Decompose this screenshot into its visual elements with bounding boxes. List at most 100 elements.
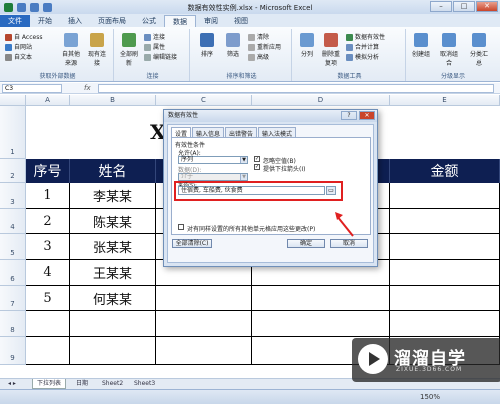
table-cell[interactable]: 王某某 bbox=[70, 260, 156, 286]
ungroup-button[interactable]: 取消组合 bbox=[438, 33, 460, 67]
table-cell[interactable] bbox=[70, 337, 156, 365]
data-validation-button[interactable]: 数据有效性 bbox=[346, 32, 385, 41]
sheet-nav-icon[interactable]: ◂ ▸ bbox=[4, 379, 20, 389]
table-cell[interactable] bbox=[390, 234, 500, 260]
table-cell[interactable] bbox=[390, 311, 500, 337]
sheet-tab-sheet3[interactable]: Sheet3 bbox=[130, 379, 159, 389]
help-button[interactable]: ? bbox=[341, 111, 357, 120]
sheet-tab-date[interactable]: 日期 bbox=[72, 379, 92, 389]
tab-home[interactable]: 开始 bbox=[30, 15, 60, 27]
column-header-c[interactable]: C bbox=[156, 95, 252, 106]
filter-button[interactable]: 筛选 bbox=[222, 33, 244, 58]
reapply-button[interactable]: 重新应用 bbox=[248, 42, 281, 51]
row-header-2[interactable]: 2 bbox=[0, 159, 26, 183]
dialog-close-button[interactable]: ✕ bbox=[359, 111, 375, 120]
table-cell[interactable]: 4 bbox=[26, 260, 70, 286]
table-cell[interactable] bbox=[252, 286, 390, 311]
column-header-b[interactable]: B bbox=[70, 95, 156, 106]
source-input[interactable]: 住宿费, 车船费, 伙食费 bbox=[178, 186, 325, 195]
table-cell[interactable] bbox=[156, 311, 252, 337]
from-web-button[interactable]: 自网站 bbox=[5, 42, 32, 51]
what-if-button[interactable]: 模拟分析 bbox=[346, 52, 379, 61]
header-cell-amount[interactable]: 金额 bbox=[390, 159, 500, 183]
remove-duplicates-button[interactable]: 删除重复项 bbox=[320, 33, 342, 67]
row-header-8[interactable]: 8 bbox=[0, 311, 26, 337]
table-cell[interactable] bbox=[390, 209, 500, 234]
subtotal-button[interactable]: 分类汇总 bbox=[468, 33, 490, 67]
table-cell[interactable] bbox=[26, 337, 70, 365]
select-all-corner[interactable] bbox=[0, 95, 26, 106]
table-cell[interactable] bbox=[390, 183, 500, 209]
table-cell[interactable]: 1 bbox=[26, 183, 70, 209]
header-cell-number[interactable]: 序号 bbox=[26, 159, 70, 183]
apply-all-checkbox[interactable] bbox=[178, 224, 184, 230]
dialog-title-bar[interactable]: 数据有效性 ? ✕ bbox=[164, 110, 377, 122]
clear-button[interactable]: 清除 bbox=[248, 32, 269, 41]
zoom-level[interactable]: 150% bbox=[420, 393, 440, 401]
table-cell[interactable] bbox=[390, 286, 500, 311]
row-header-1[interactable]: 1 bbox=[0, 106, 26, 159]
group-button[interactable]: 创建组 bbox=[410, 33, 432, 58]
cancel-button[interactable]: 取消 bbox=[330, 239, 368, 248]
from-text-button[interactable]: 自文本 bbox=[5, 52, 32, 61]
tab-file[interactable]: 文件 bbox=[0, 15, 30, 27]
table-cell[interactable] bbox=[156, 286, 252, 311]
column-header-a[interactable]: A bbox=[26, 95, 70, 106]
ignore-blank-checkbox[interactable]: ✓ bbox=[254, 156, 260, 162]
row-header-4[interactable]: 4 bbox=[0, 209, 26, 234]
row-header-9[interactable]: 9 bbox=[0, 337, 26, 365]
clear-all-button[interactable]: 全部清除(C) bbox=[172, 239, 212, 248]
table-cell[interactable]: 张某某 bbox=[70, 234, 156, 260]
table-cell[interactable]: 5 bbox=[26, 286, 70, 311]
table-cell[interactable]: 李某某 bbox=[70, 183, 156, 209]
range-select-icon[interactable]: ▭ bbox=[326, 186, 336, 195]
table-cell[interactable] bbox=[252, 311, 390, 337]
close-button[interactable]: ✕ bbox=[476, 1, 498, 12]
tab-page-layout[interactable]: 页面布局 bbox=[90, 15, 134, 27]
minimize-button[interactable]: – bbox=[430, 1, 452, 12]
tab-data[interactable]: 数据 bbox=[164, 15, 196, 27]
header-cell-name[interactable]: 姓名 bbox=[70, 159, 156, 183]
sheet-tab-sheet2[interactable]: Sheet2 bbox=[98, 379, 127, 389]
maximize-button[interactable]: □ bbox=[453, 1, 475, 12]
refresh-all-button[interactable]: 全部刷新 bbox=[118, 33, 140, 67]
tab-formulas[interactable]: 公式 bbox=[134, 15, 164, 27]
tab-review[interactable]: 审阅 bbox=[196, 15, 226, 27]
row-header-5[interactable]: 5 bbox=[0, 234, 26, 260]
row-header-6[interactable]: 6 bbox=[0, 260, 26, 286]
dropdown-checkbox[interactable]: ✓ bbox=[254, 164, 260, 170]
ok-button[interactable]: 确定 bbox=[287, 239, 325, 248]
consolidate-button[interactable]: 合并计算 bbox=[346, 42, 379, 51]
table-cell[interactable]: 陈某某 bbox=[70, 209, 156, 234]
edit-links-button[interactable]: 编辑链接 bbox=[144, 52, 177, 61]
table-cell[interactable] bbox=[390, 260, 500, 286]
row-header-7[interactable]: 7 bbox=[0, 286, 26, 311]
existing-connections-button[interactable]: 现有连接 bbox=[86, 33, 108, 67]
row-header-3[interactable]: 3 bbox=[0, 183, 26, 209]
sheet-tab-dropdown-list[interactable]: 下拉列表 bbox=[32, 379, 67, 389]
sort-button[interactable]: 排序 bbox=[196, 33, 218, 58]
column-header-e[interactable]: E bbox=[390, 95, 500, 106]
column-header-d[interactable]: D bbox=[252, 95, 390, 106]
title-bar: 数据有效性实例.xlsx - Microsoft Excel – □ ✕ bbox=[0, 0, 500, 14]
from-access-button[interactable]: 自 Access bbox=[5, 32, 42, 41]
table-cell[interactable]: 何某某 bbox=[70, 286, 156, 311]
formula-input[interactable] bbox=[98, 84, 494, 93]
name-box[interactable]: C3 bbox=[2, 84, 62, 93]
group-label: 排序和筛选 bbox=[226, 73, 257, 80]
connections-button[interactable]: 连接 bbox=[144, 32, 165, 41]
allow-select[interactable]: 序列 ▼ bbox=[178, 156, 248, 164]
table-cell[interactable] bbox=[26, 311, 70, 337]
table-cell[interactable] bbox=[70, 311, 156, 337]
other-sources-button[interactable]: 自其他来源 bbox=[60, 33, 82, 67]
table-cell[interactable]: 2 bbox=[26, 209, 70, 234]
group-label: 获取外部数据 bbox=[39, 73, 76, 80]
fx-icon[interactable]: fx bbox=[84, 84, 91, 92]
table-cell[interactable] bbox=[156, 337, 252, 365]
text-to-columns-button[interactable]: 分列 bbox=[296, 33, 318, 58]
properties-button[interactable]: 属性 bbox=[144, 42, 165, 51]
advanced-button[interactable]: 高级 bbox=[248, 52, 269, 61]
tab-insert[interactable]: 插入 bbox=[60, 15, 90, 27]
table-cell[interactable]: 3 bbox=[26, 234, 70, 260]
tab-view[interactable]: 视图 bbox=[226, 15, 256, 27]
